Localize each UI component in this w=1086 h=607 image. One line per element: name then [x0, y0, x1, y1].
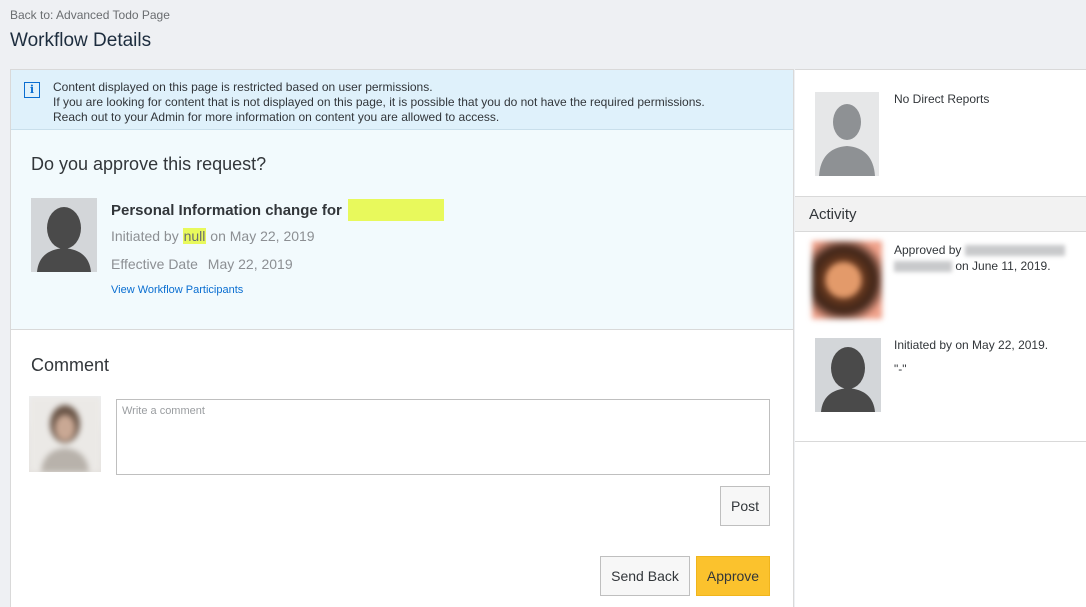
- back-target[interactable]: Advanced Todo Page: [56, 8, 170, 22]
- page-title: Workflow Details: [10, 30, 152, 51]
- activity-header: Activity: [795, 196, 1086, 232]
- side-panel: No Direct Reports Activity Approved by o…: [795, 69, 1086, 607]
- comment-title: Comment: [31, 355, 110, 375]
- request-title-text: Personal Information change for: [111, 202, 342, 219]
- info-lines: Content displayed on this page is restri…: [53, 80, 705, 125]
- requester-avatar-icon: [31, 198, 97, 272]
- redacted-employee-name: [348, 199, 445, 221]
- no-reports-avatar-icon: [815, 92, 879, 176]
- activity-title: Activity: [809, 206, 857, 223]
- side-divider: [795, 441, 1086, 442]
- effective-date-line: Effective Date May 22, 2019: [111, 256, 293, 272]
- commenter-avatar: [29, 396, 101, 472]
- activity-comment-quote: "-": [894, 362, 907, 376]
- no-direct-reports-text: No Direct Reports: [894, 92, 990, 106]
- post-button[interactable]: Post: [720, 486, 770, 526]
- back-link[interactable]: Back to: Advanced Todo Page: [10, 8, 170, 22]
- approve-button[interactable]: Approve: [696, 556, 770, 596]
- approver-avatar: [812, 241, 882, 319]
- request-title: Personal Information change for: [111, 199, 445, 221]
- info-banner: i Content displayed on this page is rest…: [11, 70, 793, 130]
- approved-date: on June 11, 2019.: [955, 259, 1051, 273]
- initiated-by-value: null: [182, 228, 207, 244]
- approve-section: Do you approve this request? Personal In…: [11, 130, 793, 330]
- effective-date-value: May 22, 2019: [207, 256, 293, 272]
- initiated-line: Initiated by null on May 22, 2019: [111, 228, 315, 244]
- effective-date-label: Effective Date: [111, 256, 198, 272]
- approved-by-prefix: Approved by: [894, 243, 962, 257]
- info-line-2: If you are looking for content that is n…: [53, 95, 705, 109]
- info-line-1: Content displayed on this page is restri…: [53, 80, 433, 94]
- approve-question: Do you approve this request?: [31, 154, 267, 174]
- info-line-3: Reach out to your Admin for more informa…: [53, 110, 500, 124]
- info-icon: i: [24, 82, 40, 98]
- redacted-approver-name: [964, 245, 1065, 257]
- activity-item-initiated: Initiated by on May 22, 2019.: [894, 338, 1049, 352]
- comment-input[interactable]: [116, 399, 770, 475]
- view-workflow-participants-link[interactable]: View Workflow Participants: [111, 284, 243, 296]
- initiator-avatar-icon: [815, 338, 881, 412]
- send-back-button[interactable]: Send Back: [600, 556, 690, 596]
- redacted-approver-name-2: [894, 261, 952, 273]
- activity-item-approved: Approved by on June 11, 2019.: [894, 242, 1074, 274]
- main-panel: i Content displayed on this page is rest…: [10, 69, 794, 607]
- initiated-prefix: Initiated by: [111, 228, 179, 244]
- initiated-suffix: on May 22, 2019: [210, 228, 315, 244]
- back-prefix: Back to:: [10, 8, 54, 22]
